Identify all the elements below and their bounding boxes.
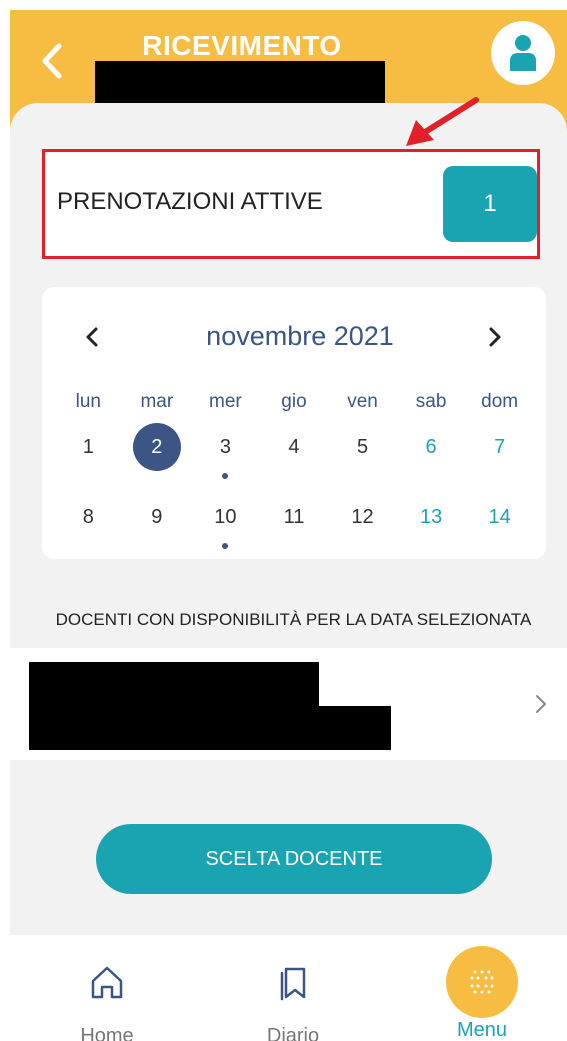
redacted-teacher-detail — [29, 706, 391, 750]
calendar-week: 8 9 10 11 12 13 14 — [54, 493, 534, 549]
nav-home-label: Home — [80, 1025, 134, 1041]
active-bookings-card[interactable]: PRENOTAZIONI ATTIVE 1 — [42, 149, 540, 259]
calendar-week: 1 2 3 4 5 6 7 — [54, 423, 534, 479]
calendar-day[interactable]: 9 — [123, 493, 192, 543]
active-bookings-count: 1 — [443, 166, 537, 242]
redacted-subtitle — [95, 61, 385, 105]
calendar-day-weekend[interactable]: 7 — [465, 423, 534, 473]
chevron-right-icon — [536, 695, 546, 713]
nav-menu[interactable]: Menu — [402, 935, 562, 1041]
page-title: RICEVIMENTO — [142, 30, 342, 61]
calendar-day[interactable]: 12 — [328, 493, 397, 543]
nav-diario-label: Diario — [266, 1025, 320, 1041]
nav-home[interactable]: Home — [27, 935, 187, 1041]
day-number: 9 — [151, 505, 163, 528]
calendar-day[interactable]: 8 — [54, 493, 123, 543]
chevron-left-icon — [86, 327, 98, 347]
chevron-right-icon — [489, 327, 501, 347]
day-number: 8 — [82, 505, 94, 528]
day-number: 5 — [356, 435, 369, 458]
bottom-navigation: Home Diario Menu — [10, 935, 567, 1041]
day-number: 14 — [488, 505, 511, 528]
calendar-day[interactable]: 10 — [191, 493, 260, 549]
previous-month-button[interactable] — [77, 317, 107, 357]
nav-diario[interactable]: Diario — [213, 935, 373, 1041]
calendar-day-selected[interactable]: 2 — [123, 423, 192, 473]
calendar-day[interactable]: 5 — [328, 423, 397, 473]
nav-menu-label: Menu — [456, 1019, 508, 1041]
weekday-label: dom — [481, 391, 519, 412]
next-month-button[interactable] — [480, 317, 510, 357]
availability-dot — [222, 473, 229, 479]
teachers-section-label: DOCENTI CON DISPONIBILITÀ PER LA DATA SE… — [55, 610, 532, 629]
grid-dots-icon — [470, 970, 494, 994]
day-number: 2 — [132, 423, 181, 471]
day-number: 11 — [283, 505, 305, 528]
bookmarks-icon — [280, 967, 306, 1001]
user-icon — [510, 35, 536, 71]
weekday-label: sab — [415, 391, 447, 412]
day-number: 4 — [288, 435, 300, 458]
redacted-teacher-name — [29, 662, 319, 706]
active-bookings-label: PRENOTAZIONI ATTIVE — [57, 188, 323, 215]
weekday-label: gio — [281, 391, 307, 412]
calendar-day[interactable]: 4 — [260, 423, 329, 473]
calendar-day[interactable]: 3 — [191, 423, 260, 479]
day-number: 1 — [82, 435, 94, 458]
weekday-label: ven — [347, 391, 378, 412]
choose-teacher-button[interactable]: SCELTA DOCENTE — [96, 824, 492, 894]
day-number: 12 — [351, 505, 374, 528]
day-number: 6 — [425, 435, 437, 458]
day-number: 13 — [419, 505, 443, 528]
day-number: 3 — [219, 435, 231, 458]
weekday-label: mar — [140, 391, 174, 412]
calendar-day-weekend[interactable]: 14 — [465, 493, 534, 543]
weekday-header: lun mar mer gio ven sab dom — [54, 391, 534, 413]
availability-dot — [222, 543, 229, 549]
red-arrow-annotation — [406, 97, 479, 146]
calendar: novembre 2021 lun mar mer gio ven sab do… — [42, 287, 546, 559]
weekday-label: mer — [209, 391, 242, 412]
day-number: 10 — [214, 505, 237, 528]
home-icon — [91, 966, 123, 999]
day-number: 7 — [494, 435, 506, 458]
calendar-day[interactable]: 1 — [54, 423, 123, 473]
teacher-list-item[interactable] — [10, 648, 567, 760]
calendar-day-weekend[interactable]: 13 — [397, 493, 466, 543]
weekday-label: lun — [75, 391, 101, 412]
calendar-month-label: novembre 2021 — [206, 321, 394, 351]
back-button[interactable] — [32, 36, 72, 86]
profile-button[interactable] — [491, 21, 555, 85]
calendar-day[interactable]: 11 — [260, 493, 329, 543]
chevron-left-icon — [42, 43, 62, 79]
menu-button-circle — [446, 946, 518, 1018]
calendar-day-weekend[interactable]: 6 — [397, 423, 466, 473]
